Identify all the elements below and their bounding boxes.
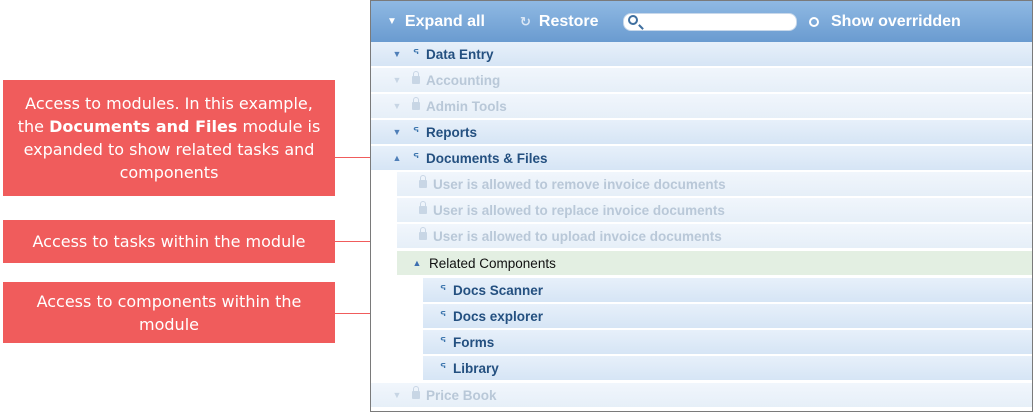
unlocked-icon[interactable]: ᕐ — [436, 361, 450, 375]
task-row-remove[interactable]: User is allowed to remove invoice docume… — [397, 172, 1032, 197]
expand-all-label: Expand all — [404, 12, 485, 30]
component-label: Forms — [453, 334, 495, 350]
component-row-docs-explorer[interactable]: ᕐ Docs explorer — [423, 304, 1032, 329]
module-row-data-entry[interactable]: ▼ ᕐ Data Entry — [371, 42, 1032, 67]
unlocked-icon[interactable]: ᕐ — [409, 125, 423, 139]
related-components-label: Related Components — [429, 255, 556, 271]
unlocked-icon[interactable]: ᕐ — [436, 283, 450, 297]
triangle-down-icon[interactable]: ▼ — [392, 101, 402, 111]
related-components-row[interactable]: ▲ Related Components — [397, 251, 1032, 276]
component-label: Docs Scanner — [453, 282, 544, 298]
module-label: Admin Tools — [426, 98, 507, 114]
callout-modules: Access to modules. In this example, the … — [3, 80, 335, 196]
callout-modules-bold: Documents and Files — [49, 117, 238, 136]
callout-components: Access to components within the module — [3, 282, 335, 343]
component-row-docs-scanner[interactable]: ᕐ Docs Scanner — [423, 278, 1032, 303]
component-label: Library — [453, 360, 499, 376]
show-overridden-toggle[interactable]: Show overridden — [809, 1, 961, 42]
triangle-down-icon[interactable]: ▼ — [392, 49, 402, 59]
task-row-upload[interactable]: User is allowed to upload invoice docume… — [397, 224, 1032, 249]
locked-icon[interactable] — [409, 71, 423, 87]
module-row-price-book[interactable]: ▼ Price Book — [371, 383, 1032, 408]
callout-tasks-text: Access to tasks within the module — [32, 232, 306, 251]
locked-icon[interactable] — [416, 227, 430, 243]
triangle-down-icon[interactable]: ▼ — [392, 75, 402, 85]
component-row-library[interactable]: ᕐ Library — [423, 356, 1032, 381]
module-row-reports[interactable]: ▼ ᕐ Reports — [371, 120, 1032, 145]
triangle-down-icon[interactable]: ▼ — [392, 390, 402, 400]
component-row-forms[interactable]: ᕐ Forms — [423, 330, 1032, 355]
locked-icon[interactable] — [409, 386, 423, 402]
task-row-replace[interactable]: User is allowed to replace invoice docum… — [397, 198, 1032, 223]
callout-components-text: Access to components within the module — [36, 291, 302, 334]
triangle-down-icon: ▼ — [387, 16, 397, 27]
triangle-down-icon[interactable]: ▼ — [392, 127, 402, 137]
locked-icon[interactable] — [409, 97, 423, 113]
locked-icon[interactable] — [416, 201, 430, 217]
unlocked-icon[interactable]: ᕐ — [409, 151, 423, 165]
expand-all-button[interactable]: ▼ Expand all — [387, 1, 485, 42]
triangle-up-icon[interactable]: ▲ — [392, 153, 402, 163]
search-input[interactable] — [644, 15, 792, 29]
component-label: Docs explorer — [453, 308, 544, 324]
module-label: Data Entry — [426, 46, 494, 62]
module-label: Price Book — [426, 387, 497, 403]
search-box[interactable] — [623, 13, 797, 31]
task-label: User is allowed to replace invoice docum… — [433, 202, 725, 218]
permissions-panel: ▼ Expand all ↻ Restore Show overridden ▼… — [370, 0, 1033, 412]
unlocked-icon[interactable]: ᕐ — [436, 335, 450, 349]
task-label: User is allowed to upload invoice docume… — [433, 228, 722, 244]
unlocked-icon[interactable]: ᕐ — [409, 47, 423, 61]
locked-icon[interactable] — [416, 175, 430, 191]
module-label: Reports — [426, 124, 478, 140]
triangle-up-icon[interactable]: ▲ — [412, 258, 422, 268]
task-label: User is allowed to remove invoice docume… — [433, 176, 726, 192]
module-label: Accounting — [426, 72, 501, 88]
restore-label: Restore — [538, 12, 599, 30]
module-row-accounting[interactable]: ▼ Accounting — [371, 68, 1032, 93]
search-icon — [628, 15, 638, 25]
callout-tasks: Access to tasks within the module — [3, 220, 335, 263]
module-row-documents-files[interactable]: ▲ ᕐ Documents & Files — [371, 146, 1032, 171]
module-row-admin-tools[interactable]: ▼ Admin Tools — [371, 94, 1032, 119]
show-overridden-label: Show overridden — [831, 12, 961, 30]
module-label: Documents & Files — [426, 150, 548, 166]
toolbar: ▼ Expand all ↻ Restore Show overridden — [371, 1, 1032, 43]
unlocked-icon[interactable]: ᕐ — [436, 309, 450, 323]
restore-button[interactable]: ↻ Restore — [520, 1, 598, 42]
radio-icon — [809, 16, 819, 27]
restore-icon: ↻ — [520, 13, 531, 29]
